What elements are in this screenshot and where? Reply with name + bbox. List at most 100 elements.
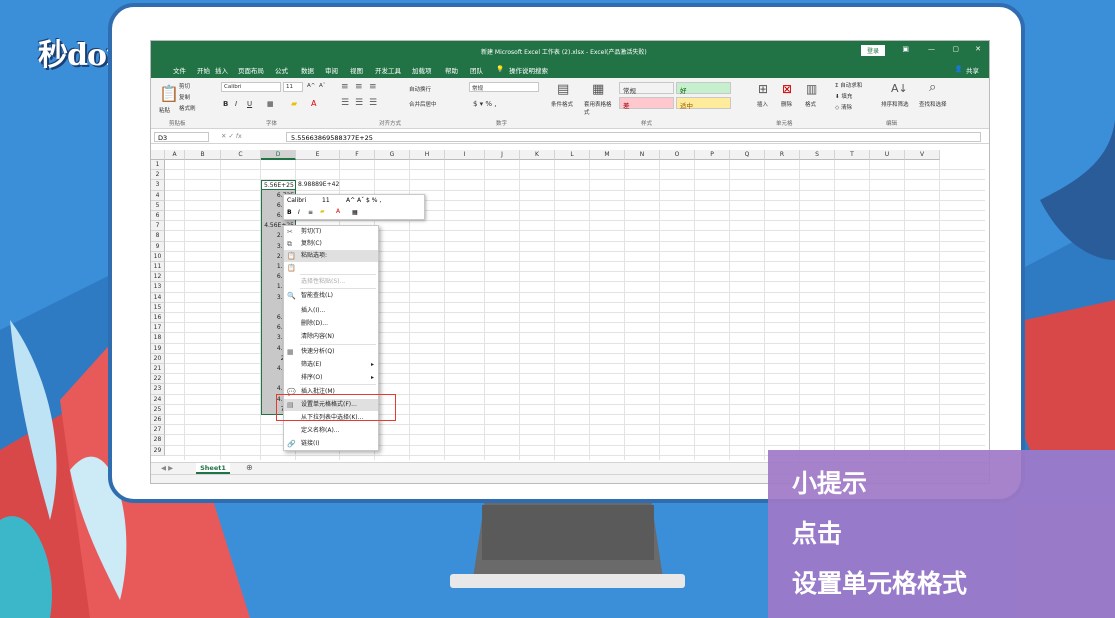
find-select-icon[interactable]: ⌕ [929,80,936,95]
row-header-19[interactable]: 19 [151,343,165,354]
column-header-A[interactable]: A [165,150,185,160]
menu-addins[interactable]: 加载项 [412,65,432,75]
format-cells-icon[interactable]: ▥ [806,82,817,96]
tell-me-search[interactable]: 操作说明搜索 [509,65,548,75]
menu-formulas[interactable]: 公式 [275,65,288,75]
mini-format-icons[interactable]: A^ Aˇ $ % , [346,197,381,204]
paste-icon[interactable]: 📋 [159,84,179,103]
row-header-2[interactable]: 2 [151,170,165,181]
row-header-25[interactable]: 25 [151,404,165,415]
context-menu-item-11[interactable]: 排序(O) ▸ [284,372,378,384]
row-header-6[interactable]: 6 [151,211,165,222]
row-header-18[interactable]: 18 [151,333,165,344]
menu-team[interactable]: 团队 [470,65,483,75]
context-menu-item-8[interactable]: 清除内容(N) [284,331,378,343]
column-header-Q[interactable]: Q [730,150,765,160]
bold-button[interactable]: B [223,100,228,108]
insert-cells-button[interactable]: 插入 [757,100,768,108]
font-grow-icon[interactable]: A^ [307,83,315,89]
share-button[interactable]: 共享 [966,65,979,75]
conditional-format-icon[interactable]: ▤ [557,82,569,97]
column-header-R[interactable]: R [765,150,800,160]
worksheet-grid[interactable]: A B C D E F G H I J K L M N O P Q R S T U V 1 2 3 4 5 6 7 8 9 10 11 12 13 1… [151,150,985,460]
maximize-icon[interactable]: ▢ [952,45,959,53]
sort-filter-button[interactable]: 排序和筛选 [881,100,909,108]
merge-center-button[interactable]: 合并后居中 [409,100,437,108]
mini-font-color-icon[interactable]: A [336,208,340,215]
cell-D3[interactable]: 5.56E+25 [261,180,296,191]
column-header-J[interactable]: J [485,150,520,160]
mini-bold-button[interactable]: B [287,209,292,216]
context-menu-item-15[interactable]: 定义名称(A)... [284,425,378,437]
column-header-I[interactable]: I [445,150,485,160]
mini-size-select[interactable]: 11 [322,197,330,204]
align-right-icon[interactable]: ☰ [369,98,377,108]
delete-cells-icon[interactable]: ⊠ [782,82,792,96]
close-icon[interactable]: ✕ [975,45,981,53]
fx-icon[interactable]: ✕ ✓ 𝑓x [221,132,242,141]
currency-icon[interactable]: $ ▾ % , [473,100,497,108]
menu-review[interactable]: 审阅 [325,65,338,75]
menu-help[interactable]: 帮助 [445,65,458,75]
column-header-G[interactable]: G [375,150,410,160]
mini-font-select[interactable]: Calibri [287,197,306,204]
context-menu-item-5[interactable]: 🔍 智能查找(L) [284,290,378,302]
style-bad[interactable]: 差 [619,97,674,110]
ribbon-display-icon[interactable]: ▣ [902,45,909,53]
number-format-select[interactable]: 常规 [469,82,539,92]
sort-filter-icon[interactable]: A↓ [891,82,908,95]
minimize-icon[interactable]: — [928,45,935,53]
column-header-S[interactable]: S [800,150,835,160]
menu-file[interactable]: 文件 [173,65,186,75]
menu-data[interactable]: 数据 [301,65,314,75]
row-header-5[interactable]: 5 [151,200,165,211]
style-normal[interactable]: 常规 [619,82,674,95]
style-neutral[interactable]: 适中 [676,97,731,110]
font-shrink-icon[interactable]: Aˇ [319,83,326,89]
row-header-8[interactable]: 8 [151,231,165,242]
mini-align-icon[interactable]: ≡ [308,209,313,216]
paste-label[interactable]: 粘贴 [159,106,170,114]
border-icon[interactable]: ▦ [267,100,274,108]
column-header-U[interactable]: U [870,150,905,160]
row-header-26[interactable]: 26 [151,415,165,426]
delete-cells-button[interactable]: 删除 [781,100,792,108]
mini-italic-button[interactable]: I [298,209,300,216]
column-header-M[interactable]: M [590,150,625,160]
menu-home[interactable]: 开始 [197,65,210,75]
column-header-L[interactable]: L [555,150,590,160]
row-header-22[interactable]: 22 [151,374,165,385]
row-header-29[interactable]: 29 [151,445,165,456]
context-menu-item-3[interactable]: 📋 [284,262,378,274]
font-size-select[interactable]: 11 [283,82,303,92]
align-left-icon[interactable]: ☰ [341,98,349,108]
row-header-12[interactable]: 12 [151,272,165,283]
autosum-button[interactable]: Σ 自动求和 [835,81,862,89]
row-header-10[interactable]: 10 [151,251,165,262]
menu-page-layout[interactable]: 页面布局 [238,65,264,75]
font-name-select[interactable]: Calibri [221,82,281,92]
column-header-O[interactable]: O [660,150,695,160]
conditional-format-button[interactable]: 条件格式 [551,100,573,108]
sheet-tab-sheet1[interactable]: Sheet1 [196,463,230,474]
column-header-T[interactable]: T [835,150,870,160]
name-box[interactable]: D3 [154,132,209,142]
align-middle-icon[interactable]: ≡ [355,82,363,92]
row-header-24[interactable]: 24 [151,394,165,405]
column-header-C[interactable]: C [221,150,261,160]
column-header-P[interactable]: P [695,150,730,160]
fill-button[interactable]: ⬇ 填充 [835,92,852,100]
table-format-icon[interactable]: ▦ [592,82,604,97]
formula-input[interactable]: 5.55663869588377E+25 [286,132,981,142]
column-header-F[interactable]: F [340,150,375,160]
column-header-E[interactable]: E [296,150,340,160]
column-header-K[interactable]: K [520,150,555,160]
row-header-7[interactable]: 7 [151,221,165,232]
underline-button[interactable]: U [247,100,252,108]
cell-E3[interactable]: 8.98889E+42 [296,180,356,190]
context-menu-item-6[interactable]: 插入(I)... [284,305,378,317]
column-header-H[interactable]: H [410,150,445,160]
copy-button[interactable]: 复制 [179,93,190,101]
context-menu-item-2[interactable]: 📋 粘贴选项: [284,250,378,262]
row-header-1[interactable]: 1 [151,160,165,171]
